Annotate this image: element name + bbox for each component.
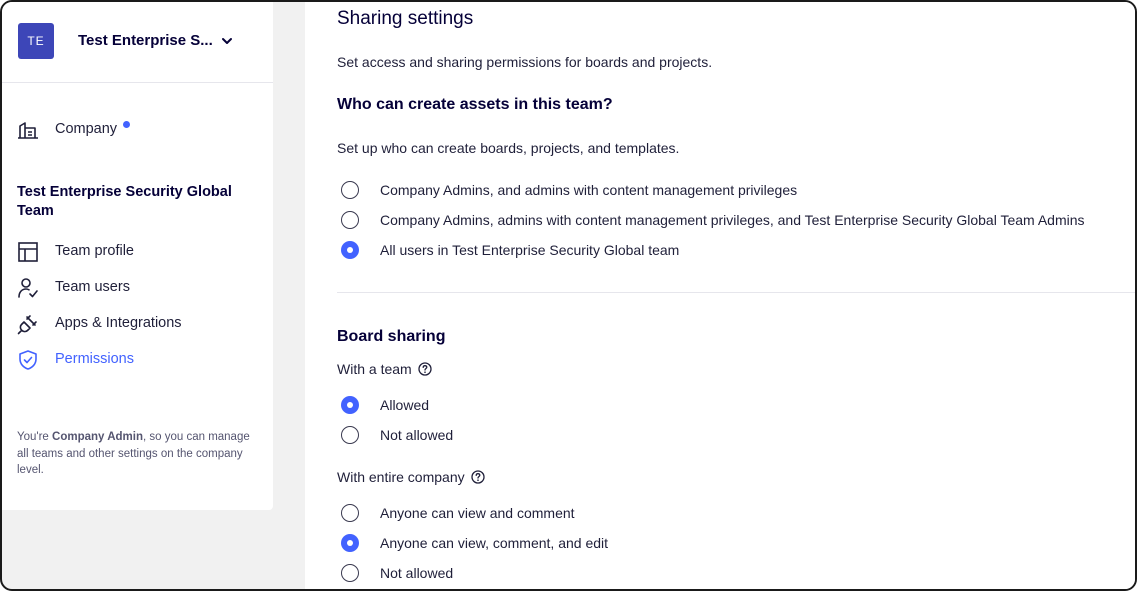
radio-button[interactable] (341, 426, 359, 444)
help-icon[interactable] (418, 362, 432, 376)
main-content: Sharing settings Set access and sharing … (305, 2, 1135, 589)
sidebar-item-company[interactable]: Company (2, 114, 273, 146)
sidebar-item-label: Team users (55, 279, 130, 295)
building-icon (18, 122, 38, 139)
sidebar-item-label: Team profile (55, 243, 134, 259)
sidebar-item-team-profile[interactable]: Team profile (2, 236, 273, 268)
radio-button-selected[interactable] (341, 534, 359, 552)
admin-note-prefix: You're (17, 431, 53, 443)
create-assets-heading: Who can create assets in this team? (337, 96, 613, 113)
radio-button[interactable] (341, 181, 359, 199)
radio-button[interactable] (341, 211, 359, 229)
board-sharing-heading: Board sharing (337, 328, 446, 345)
sidebar-item-apps-integrations[interactable]: Apps & Integrations (2, 308, 273, 340)
sidebar: TE Test Enterprise S... Company Test Ent… (2, 2, 273, 510)
notification-dot (123, 121, 130, 128)
help-icon[interactable] (470, 470, 485, 484)
sidebar-item-label: Apps & Integrations (55, 315, 182, 331)
with-company-label-text: With entire company (337, 469, 465, 485)
sidebar-item-permissions[interactable]: Permissions (2, 344, 273, 376)
radio-label: Anyone can view and comment (380, 505, 575, 521)
radio-button[interactable] (341, 504, 359, 522)
with-company-label: With entire company (337, 469, 485, 485)
plug-icon (17, 315, 37, 335)
team-name: Test Enterprise S... (78, 32, 213, 49)
chevron-down-icon (222, 38, 232, 44)
app-window: TE Test Enterprise S... Company Test Ent… (0, 0, 1137, 591)
radio-label: Not allowed (380, 427, 454, 443)
sidebar-item-label: Permissions (55, 351, 134, 367)
radio-button[interactable] (341, 564, 359, 582)
admin-note-role: Company Admin (52, 431, 143, 443)
with-team-label-text: With a team (337, 361, 412, 377)
page-description: Set access and sharing permissions for b… (337, 54, 713, 70)
sidebar-item-team-users[interactable]: Team users (2, 272, 273, 304)
radio-label: Not allowed (380, 565, 454, 581)
create-assets-description: Set up who can create boards, projects, … (337, 140, 680, 156)
with-team-label: With a team (337, 361, 432, 377)
radio-button-selected[interactable] (341, 396, 359, 414)
user-check-icon (18, 278, 38, 298)
sidebar-section-title: Test Enterprise Security Global Team (17, 184, 232, 219)
radio-label: All users in Test Enterprise Security Gl… (380, 242, 680, 258)
team-switcher[interactable]: TE Test Enterprise S... (2, 2, 273, 83)
radio-label: Anyone can view, comment, and edit (380, 535, 609, 551)
page-title: Sharing settings (337, 8, 474, 29)
section-divider (337, 292, 1135, 293)
radio-label: Company Admins, and admins with content … (380, 182, 798, 198)
sidebar-item-label: Company (55, 121, 118, 137)
radio-label: Allowed (380, 397, 430, 413)
team-avatar: TE (18, 23, 54, 59)
shield-check-icon (19, 350, 37, 370)
radio-button-selected[interactable] (341, 241, 359, 259)
radio-label: Company Admins, admins with content mana… (380, 212, 1085, 228)
admin-note: You're Company Admin, so you can manage … (17, 429, 257, 479)
layout-icon (18, 242, 38, 262)
